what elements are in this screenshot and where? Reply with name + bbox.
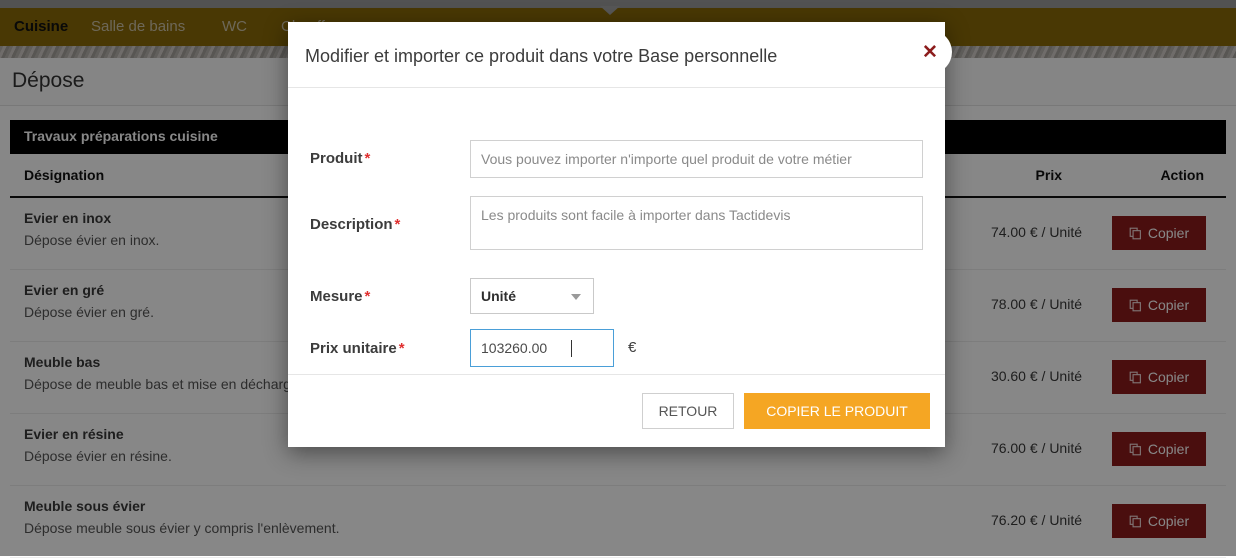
mesure-selected-value: Unité [481, 288, 516, 304]
prix-unitaire-input[interactable] [470, 329, 614, 367]
chevron-down-icon [571, 294, 581, 300]
mesure-select[interactable]: Unité [470, 278, 594, 314]
field-row-description: Description * [288, 192, 945, 264]
label-description-text: Description [310, 216, 393, 233]
field-row-produit: Produit * [288, 136, 945, 182]
field-row-prix-unitaire: Prix unitaire* € [288, 329, 945, 367]
label-mesure-text: Mesure [310, 288, 363, 305]
label-prix-unitaire: Prix unitaire * [310, 340, 405, 357]
modal-title: Modifier et importer ce produit dans vot… [305, 46, 778, 66]
produit-input[interactable] [470, 140, 923, 178]
text-cursor [571, 340, 572, 357]
label-description: Description * [310, 216, 400, 233]
import-product-modal: Modifier et importer ce produit dans vot… [288, 22, 952, 447]
label-produit: Produit * [310, 150, 370, 167]
currency-suffix: € [628, 339, 637, 356]
label-prix-unitaire-text: Prix unitaire [310, 340, 397, 357]
required-marker: * [398, 340, 405, 357]
back-button[interactable]: RETOUR [642, 393, 734, 429]
modal-header: Modifier et importer ce produit dans vot… [288, 22, 945, 88]
required-marker: * [394, 216, 401, 233]
modal-body: Produit* Description* Mesure* Unité Prix [288, 88, 945, 374]
required-marker: * [364, 288, 371, 305]
label-produit-text: Produit [310, 150, 363, 167]
submit-copy-product-button[interactable]: COPIER LE PRODUIT [744, 393, 930, 429]
field-row-mesure: Mesure * Unité [288, 278, 945, 314]
required-marker: * [364, 150, 371, 167]
description-textarea[interactable] [470, 196, 923, 250]
close-icon[interactable]: ✕ [908, 30, 952, 74]
modal-footer: RETOUR COPIER LE PRODUIT [288, 374, 945, 447]
label-mesure: Mesure * [310, 288, 370, 305]
